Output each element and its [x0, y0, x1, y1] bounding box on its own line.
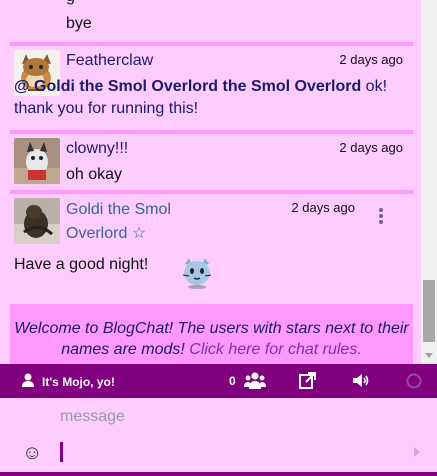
scrollbar[interactable]	[421, 0, 437, 364]
online-count: 0	[229, 374, 236, 388]
username[interactable]: Goldi the Smol Overlord ☆	[66, 198, 216, 246]
message-composer: ☺	[0, 398, 437, 476]
message-menu-icon[interactable]	[379, 208, 383, 224]
avatar[interactable]	[14, 138, 60, 184]
timestamp: 2 days ago	[291, 200, 355, 215]
external-link-icon[interactable]	[299, 372, 316, 394]
username[interactable]: Featherclaw	[66, 52, 153, 70]
message-text: bye	[66, 15, 92, 32]
user-icon	[22, 373, 34, 390]
username-line: Overlord	[66, 225, 128, 242]
timestamp: 2 days ago	[339, 140, 403, 155]
username-line: Goldi the Smol	[66, 201, 171, 218]
message-body: @ Goldi the Smol Overlord the Smol Overl…	[14, 76, 406, 120]
volume-icon[interactable]	[352, 372, 370, 394]
mention-text[interactable]: @ Goldi the Smol Overlord the Smol Overl…	[14, 78, 361, 95]
chat-message: Featherclaw 2 days ago @ Goldi the Smol …	[10, 46, 413, 130]
chat-toolbar: It's Mojo, yo! 0	[0, 364, 437, 398]
chat-rules-link[interactable]: Click here for chat rules.	[189, 341, 362, 358]
message-text: oh okay	[66, 166, 123, 183]
cat-emoji-icon	[180, 256, 214, 290]
divider	[10, 190, 413, 194]
current-user[interactable]: It's Mojo, yo!	[22, 373, 115, 390]
bottom-border	[0, 472, 437, 476]
chat-message: Goldi the Smol Overlord ☆ 2 days ago Hav…	[10, 194, 413, 304]
chat-window[interactable]: g bye Feathe	[0, 0, 437, 364]
divider	[10, 130, 413, 134]
mod-star-icon: ☆	[131, 225, 147, 242]
current-user-label: It's Mojo, yo!	[42, 374, 115, 389]
message-text-cut: g	[66, 0, 75, 6]
chat-messages-area: g bye Feathe	[0, 0, 421, 364]
scroll-down-icon[interactable]	[425, 353, 433, 358]
divider	[10, 42, 413, 46]
avatar[interactable]	[14, 198, 60, 244]
timestamp: 2 days ago	[339, 52, 403, 67]
chat-message: g bye	[10, 0, 413, 42]
scrollbar-thumb[interactable]	[423, 280, 435, 342]
username[interactable]: clowny!!!	[66, 140, 128, 158]
message-text: Have a good night!	[14, 256, 149, 273]
chat-message: clowny!!! 2 days ago oh okay	[10, 134, 413, 190]
status-circle-icon[interactable]	[406, 373, 422, 394]
emoji-picker-icon[interactable]: ☺	[22, 442, 42, 465]
text-caret	[60, 442, 63, 462]
users-icon[interactable]	[244, 372, 266, 394]
send-icon[interactable]	[414, 447, 420, 457]
message-input[interactable]	[6, 402, 426, 432]
welcome-banner: Welcome to BlogChat! The users with star…	[10, 308, 413, 364]
